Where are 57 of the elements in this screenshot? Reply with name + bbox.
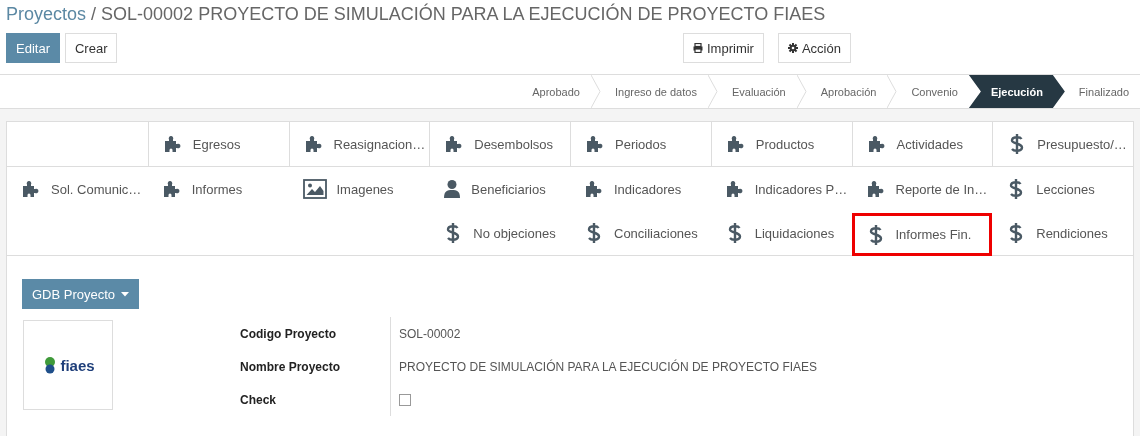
caret-icon <box>121 291 130 297</box>
field-label: Nombre Proyecto <box>240 359 342 374</box>
field-value: PROYECTO DE SIMULACIÓN PARA LA EJECUCIÓN DE PROYECTO FIAES <box>399 359 818 374</box>
smart-button[interactable]: Rendiciones <box>992 211 1133 255</box>
breadcrumb-link[interactable]: Proyectos <box>6 4 87 24</box>
puzzle-icon <box>724 179 745 199</box>
smart-button[interactable]: Productos <box>710 122 852 166</box>
smart-button[interactable]: Indicadores P… <box>710 167 852 211</box>
smart-button[interactable]: Informes Fin. <box>851 213 993 256</box>
smart-button[interactable]: Sol. Comunic… <box>7 167 148 211</box>
smart-button[interactable]: Reporte de In… <box>851 167 993 211</box>
action-button[interactable]: Acción <box>777 33 851 63</box>
smart-button[interactable]: No objeciones <box>429 211 570 255</box>
image-icon <box>302 179 327 199</box>
status-stage[interactable]: Evaluación <box>717 75 797 108</box>
puzzle-icon <box>162 134 183 154</box>
smart-button[interactable]: Beneficiarios <box>429 167 570 211</box>
puzzle-icon <box>303 134 324 154</box>
project-logo: fiaes <box>23 320 113 410</box>
smart-button[interactable]: Indicadores <box>570 167 711 211</box>
smart-button[interactable]: Imagenes <box>288 167 430 211</box>
gear-icon <box>787 43 798 53</box>
smart-button[interactable]: Actividades <box>851 122 993 166</box>
checkbox[interactable] <box>399 393 411 406</box>
field-label: Check <box>240 392 278 407</box>
puzzle-icon <box>725 134 746 154</box>
smart-button[interactable]: Lecciones <box>992 167 1133 211</box>
smart-button[interactable]: Egresos <box>147 122 289 166</box>
record-title: SOL-00002 PROYECTO DE SIMULACIÓN PARA LA EJECUCIÓN DE PROYECTO FIAES <box>101 4 826 24</box>
puzzle-icon <box>161 179 182 199</box>
status-stage[interactable]: Finalizado <box>1064 75 1140 108</box>
status-stage[interactable]: Ejecución <box>968 75 1065 108</box>
smart-button[interactable]: Conciliaciones <box>570 211 711 255</box>
gdb-project-dropdown[interactable]: GDB Proyecto <box>22 279 140 309</box>
smart-button[interactable]: Liquidaciones <box>710 211 852 255</box>
puzzle-icon <box>584 179 604 199</box>
user-icon <box>443 179 462 199</box>
create-button[interactable]: Crear <box>64 33 118 63</box>
status-stage[interactable]: Ingreso de datos <box>600 75 708 108</box>
smart-button[interactable]: Reasignacion… <box>288 122 430 166</box>
smart-button[interactable]: Periodos <box>570 122 711 166</box>
breadcrumb-separator: / <box>91 4 97 24</box>
puzzle-icon <box>585 134 605 154</box>
smart-button[interactable]: Presupuesto/… <box>992 122 1133 166</box>
printer-icon <box>693 43 703 53</box>
status-stage[interactable]: Aprobación <box>806 75 888 108</box>
smart-button[interactable]: Informes <box>147 167 289 211</box>
field-label: Codigo Proyecto <box>240 326 337 341</box>
print-button[interactable]: Imprimir <box>683 33 764 63</box>
status-stage[interactable]: Convenio <box>897 75 969 108</box>
field-value: SOL-00002 <box>399 326 461 341</box>
status-stage[interactable]: Aprobado <box>518 75 591 108</box>
smart-button[interactable]: Desembolsos <box>429 122 570 166</box>
edit-button[interactable]: Editar <box>6 33 60 63</box>
puzzle-icon <box>21 179 41 199</box>
puzzle-icon <box>865 179 886 199</box>
puzzle-icon <box>866 134 887 154</box>
